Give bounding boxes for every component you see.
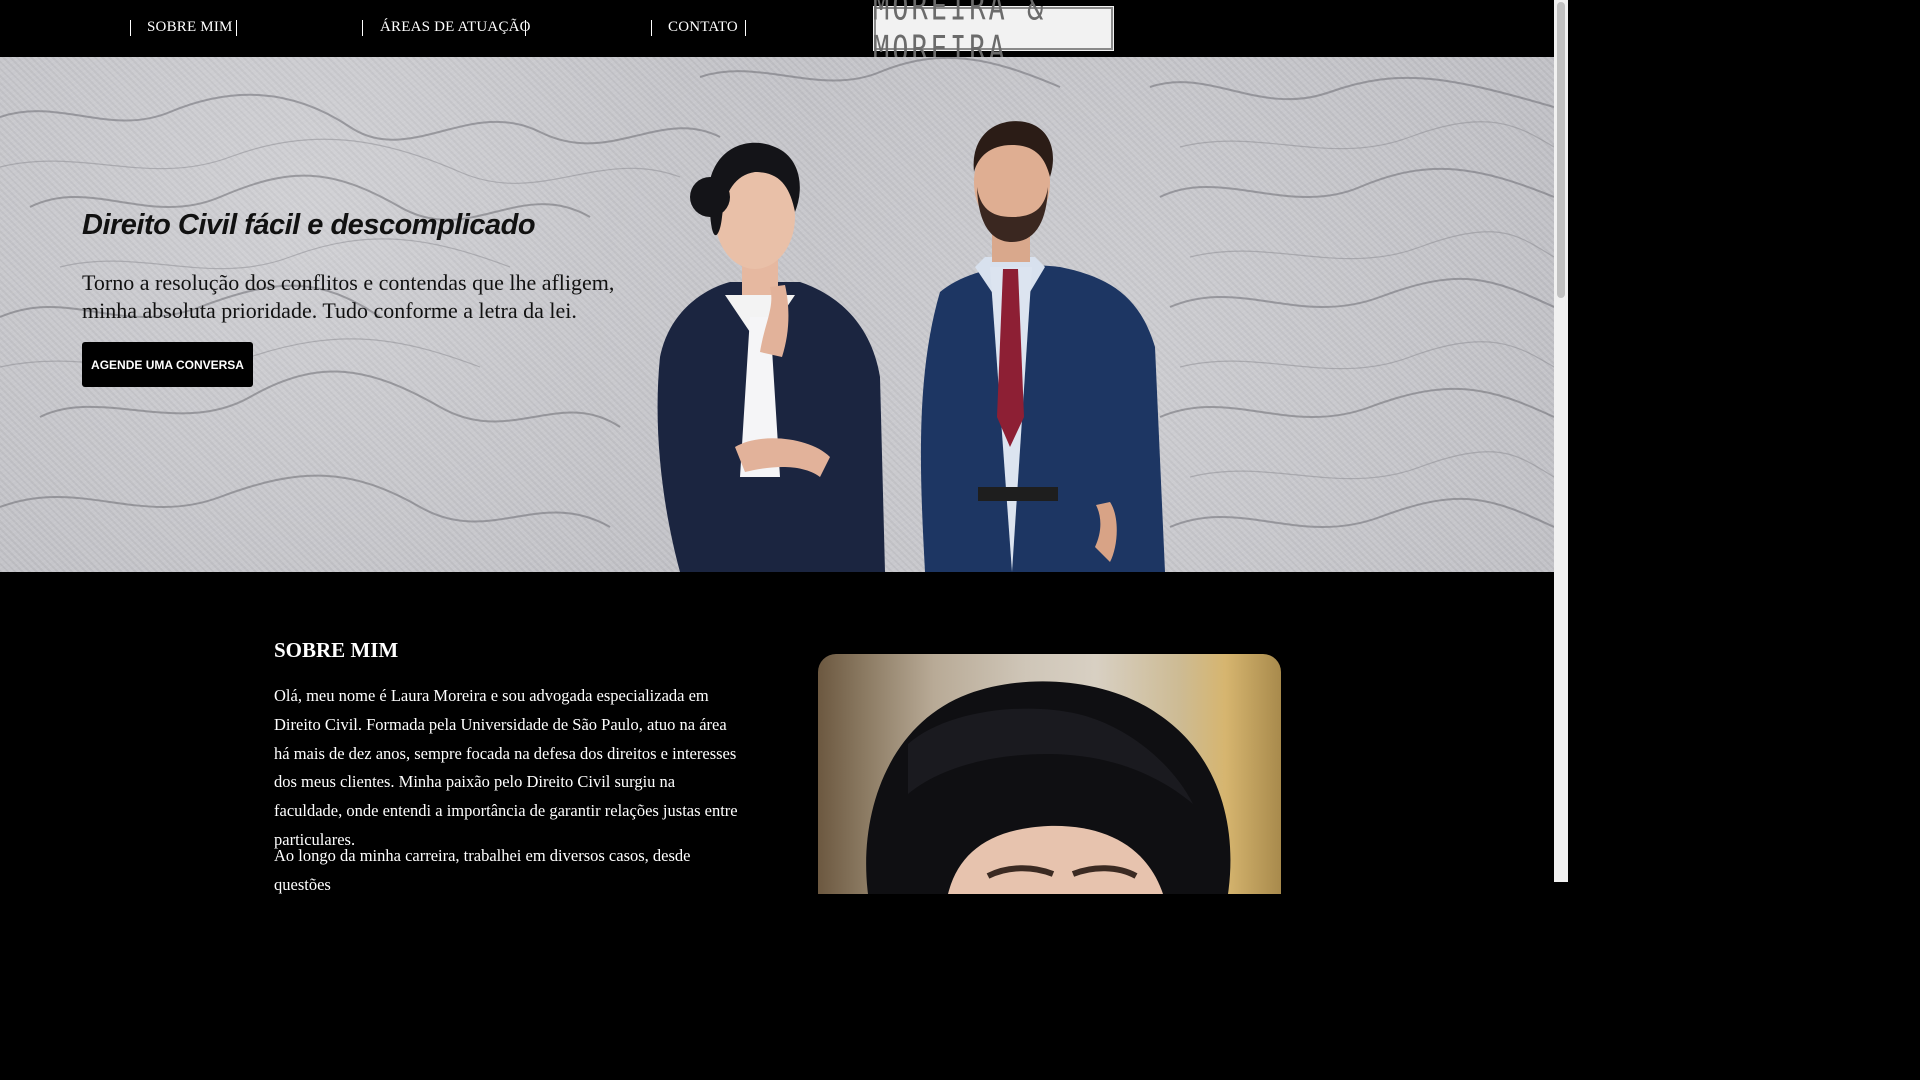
woman-figure bbox=[657, 142, 885, 572]
hero-section: Direito Civil fácil e descomplicado Torn… bbox=[0, 57, 1554, 572]
about-title: SOBRE MIM bbox=[274, 638, 399, 662]
nav-link-sobre-mim[interactable]: SOBRE MIM bbox=[147, 19, 233, 36]
top-navbar: SOBRE MIM ÁREAS DE ATUAÇÃO CONTATO MOREI… bbox=[0, 0, 1554, 70]
portrait-image bbox=[866, 681, 1231, 894]
schedule-conversation-button[interactable]: AGENDE UMA CONVERSA bbox=[82, 342, 253, 387]
about-paragraph: Olá, meu nome é Laura Moreira e sou advo… bbox=[274, 686, 738, 849]
nav-divider bbox=[651, 20, 652, 36]
nav-divider bbox=[362, 20, 363, 36]
nav-link-areas-de-atuacao[interactable]: ÁREAS DE ATUAÇÃO bbox=[380, 19, 531, 36]
page-scrollbar[interactable] bbox=[1554, 0, 1568, 882]
brand-logo[interactable]: MOREIRA & MOREIRA bbox=[871, 0, 1116, 70]
about-section: SOBRE MIM Olá, meu nome é Laura Moreira … bbox=[0, 572, 1554, 894]
hero-subtitle: Torno a resolução dos conflitos e conten… bbox=[82, 270, 615, 323]
nav-link-contato[interactable]: CONTATO bbox=[668, 19, 738, 36]
about-paragraph: Ao longo da minha carreira, trabalhei em… bbox=[274, 846, 691, 894]
lawyer-portrait-photo bbox=[818, 654, 1281, 894]
nav-divider bbox=[130, 20, 131, 36]
man-figure bbox=[920, 121, 1165, 572]
nav-divider bbox=[236, 20, 237, 36]
hero-title: Direito Civil fácil e descomplicado bbox=[82, 209, 536, 241]
scrollbar-thumb[interactable] bbox=[1557, 2, 1565, 298]
lawyers-photo bbox=[657, 121, 1165, 572]
nav-divider bbox=[525, 20, 526, 36]
nav-divider bbox=[745, 20, 746, 36]
